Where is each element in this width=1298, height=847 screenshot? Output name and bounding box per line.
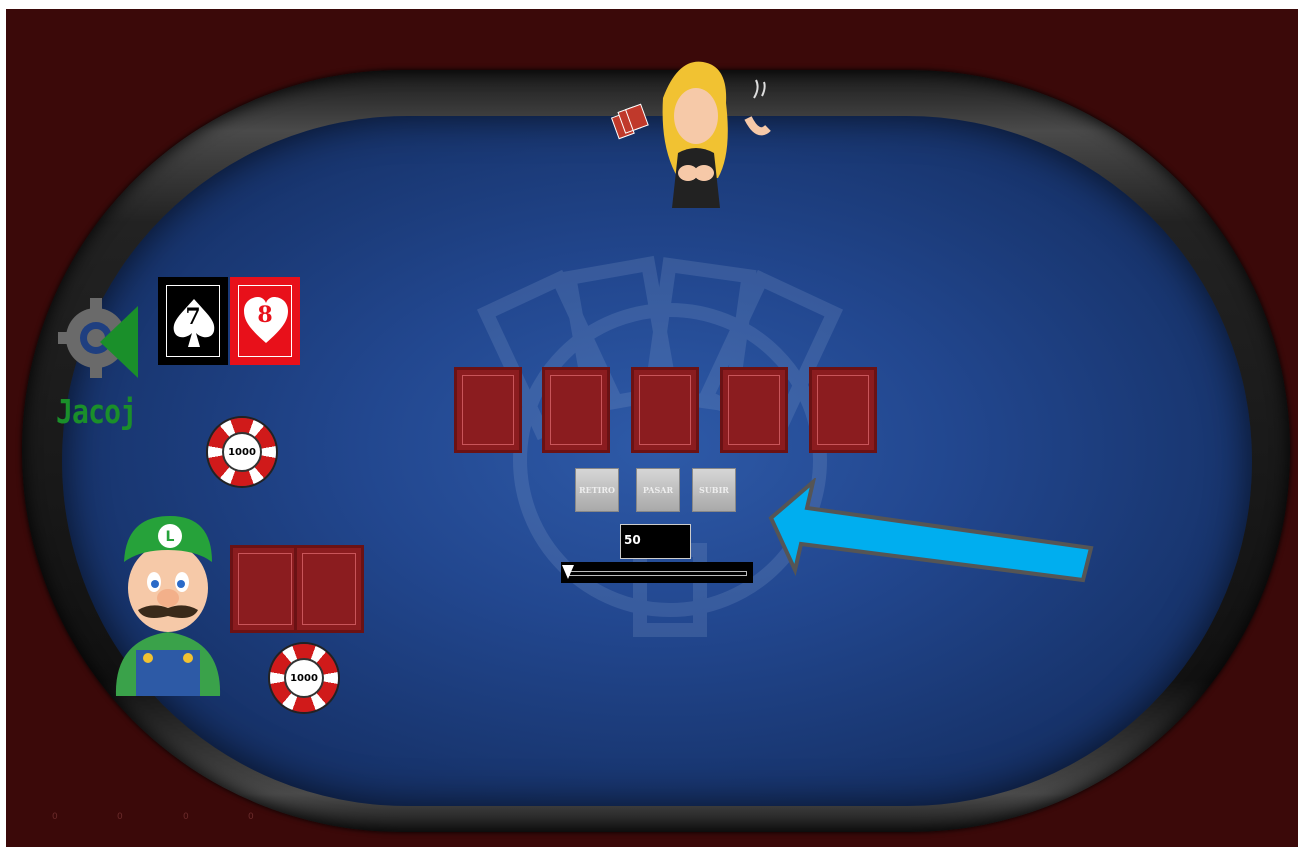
bet-slider-track (569, 571, 747, 576)
community-card (454, 367, 522, 453)
bet-slider-thumb[interactable] (562, 565, 574, 579)
opponent-card (230, 545, 300, 633)
back-arrow-icon[interactable] (100, 306, 140, 378)
opponent-avatar: L (115, 516, 221, 696)
bet-slider[interactable] (561, 562, 753, 583)
footer-counters: 0 0 0 0 (0, 812, 300, 826)
community-card (809, 367, 877, 453)
player-card-2: 8 (230, 277, 300, 365)
check-button[interactable]: PASAR (636, 468, 680, 512)
community-card (631, 367, 699, 453)
raise-button[interactable]: SUBIR (692, 468, 736, 512)
opponent-chip-stack: 1000 (270, 644, 338, 712)
player-card-1-rank: 7 (185, 304, 201, 330)
player-chip-value: 1000 (222, 432, 262, 472)
opponent-card (294, 545, 364, 633)
player-card-2-rank: 8 (257, 302, 273, 328)
community-card (720, 367, 788, 453)
game-stage: Jacoj 7 8 1000 RETIRO PASAR SUBIR 50 L 1… (0, 0, 1298, 847)
player-name: Jacoj (56, 392, 137, 431)
footer-counter: 0 (52, 812, 58, 822)
opponent-chip-value: 1000 (284, 658, 324, 698)
footer-counter: 0 (117, 812, 123, 822)
dealer-avatar (610, 61, 771, 208)
player-card-1: 7 (158, 277, 228, 365)
pointer-arrow-icon (768, 478, 1094, 583)
footer-counter: 0 (248, 812, 254, 822)
bet-amount-field[interactable]: 50 (620, 524, 691, 559)
footer-counter: 0 (183, 812, 189, 822)
fold-button[interactable]: RETIRO (575, 468, 619, 512)
community-card (542, 367, 610, 453)
player-chip-stack: 1000 (208, 418, 276, 486)
svg-text:L: L (166, 529, 175, 545)
